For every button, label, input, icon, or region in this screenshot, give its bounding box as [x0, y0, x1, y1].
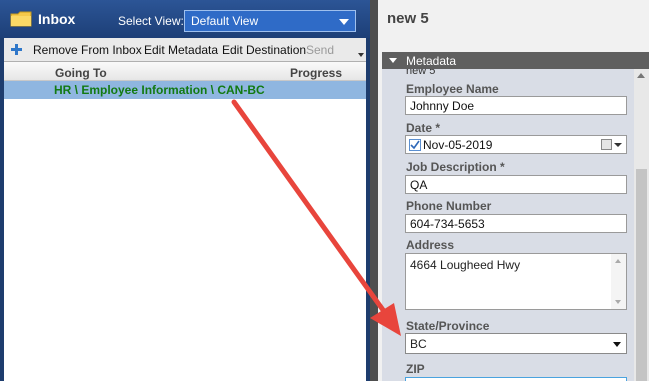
- employee-name-field[interactable]: Johnny Doe: [405, 96, 627, 115]
- inbox-header: Inbox Select View: Default View: [0, 0, 370, 38]
- remove-from-inbox-button[interactable]: Remove From Inbox: [33, 43, 142, 57]
- inbox-toolbar: Remove From Inbox Edit Metadata Edit Des…: [4, 38, 366, 62]
- phone-number-field[interactable]: 604-734-5653: [405, 214, 627, 233]
- document-pane: new 5 Metadata new 5 Employee Name Johnn…: [378, 0, 649, 381]
- inbox-list: Going To Progress HR \ Employee Informat…: [4, 62, 366, 381]
- destination-path: HR \ Employee Information \ CAN-BC: [54, 83, 265, 97]
- state-province-label: State/Province: [406, 319, 490, 333]
- zip-field[interactable]: [405, 377, 627, 381]
- list-header: Going To Progress: [4, 62, 366, 81]
- scrollbar-thumb[interactable]: [636, 169, 647, 381]
- calendar-icon[interactable]: [601, 139, 612, 150]
- add-icon[interactable]: [10, 43, 23, 56]
- column-header-progress[interactable]: Progress: [290, 66, 342, 80]
- metadata-scrollbar[interactable]: [634, 69, 649, 381]
- edit-metadata-button[interactable]: Edit Metadata: [144, 43, 218, 57]
- address-textarea[interactable]: 4664 Lougheed Hwy: [405, 253, 627, 310]
- phone-number-label: Phone Number: [406, 199, 492, 213]
- zip-label: ZIP: [406, 362, 425, 376]
- folder-icon: [10, 11, 32, 27]
- column-header-going-to[interactable]: Going To: [55, 66, 107, 80]
- document-name-field-value: new 5: [406, 69, 436, 77]
- checkbox-checked-icon[interactable]: [409, 139, 421, 151]
- chevron-down-icon[interactable]: [614, 143, 622, 147]
- scroll-down-icon[interactable]: [615, 300, 621, 304]
- scroll-up-icon[interactable]: [615, 259, 621, 263]
- collapse-triangle-icon: [389, 58, 397, 63]
- address-value: 4664 Lougheed Hwy: [410, 258, 521, 272]
- date-picker[interactable]: Nov-05-2019: [405, 135, 627, 154]
- inbox-pane: Inbox Select View: Default View Remove F…: [0, 0, 370, 381]
- metadata-form: new 5 Employee Name Johnny Doe Date * No…: [382, 69, 634, 381]
- address-scrollbar[interactable]: [611, 254, 626, 309]
- job-description-label: Job Description *: [406, 160, 505, 174]
- pane-splitter[interactable]: [370, 0, 378, 381]
- chevron-down-icon: [339, 19, 349, 25]
- scroll-up-icon[interactable]: [637, 73, 645, 78]
- view-select-value: Default View: [191, 14, 259, 28]
- employee-name-label: Employee Name: [406, 82, 499, 96]
- state-province-select[interactable]: BC: [405, 333, 627, 354]
- document-title: new 5: [387, 10, 429, 27]
- select-view-label: Select View:: [118, 14, 184, 28]
- toolbar-overflow-icon[interactable]: [358, 52, 364, 58]
- metadata-section-label: Metadata: [406, 54, 457, 68]
- metadata-section-header[interactable]: Metadata: [382, 52, 649, 69]
- chevron-down-icon: [613, 342, 621, 347]
- list-row[interactable]: HR \ Employee Information \ CAN-BC: [4, 81, 366, 99]
- edit-destination-button[interactable]: Edit Destination: [222, 43, 306, 57]
- address-label: Address: [406, 238, 455, 252]
- send-button[interactable]: Send: [306, 43, 334, 57]
- view-select-dropdown[interactable]: Default View: [184, 10, 356, 32]
- inbox-title: Inbox: [38, 11, 76, 27]
- date-label: Date *: [406, 121, 441, 135]
- date-value: Nov-05-2019: [423, 138, 493, 152]
- state-province-value: BC: [410, 337, 427, 351]
- job-description-field[interactable]: QA: [405, 175, 627, 194]
